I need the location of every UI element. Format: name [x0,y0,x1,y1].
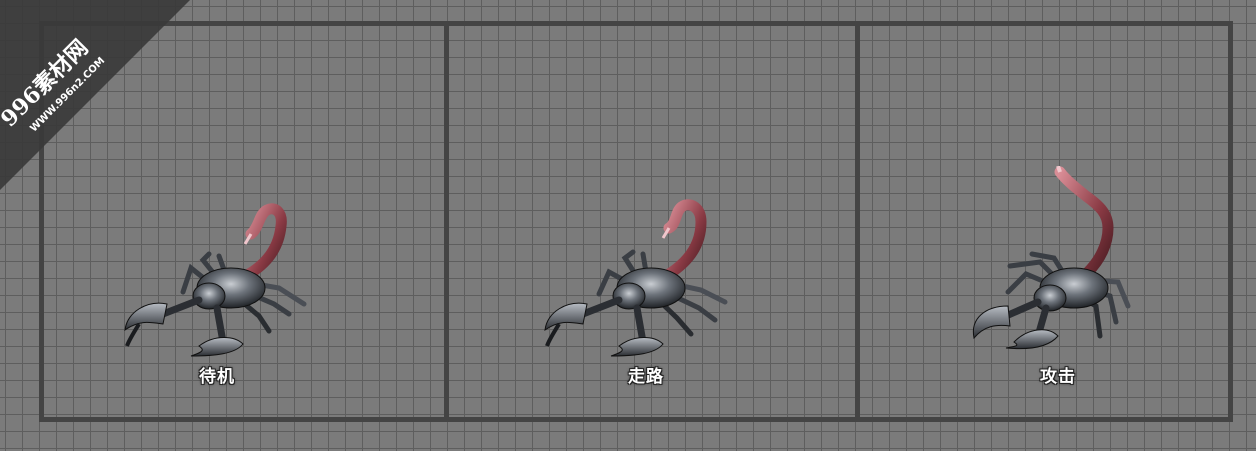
pose-label-idle: 待机 [199,367,235,387]
panel-idle: 待机 [44,26,444,417]
pose-label-attack: 攻击 [1040,367,1076,387]
scorpion-attack-sprite [972,166,1131,350]
panel-attack: 攻击 [860,26,1228,417]
pose-label-walk: 走路 [628,367,664,387]
scorpion-walk-sprite [544,199,728,357]
scorpion-idle-sprite [124,203,307,357]
panel-walk: 走路 [449,26,855,417]
